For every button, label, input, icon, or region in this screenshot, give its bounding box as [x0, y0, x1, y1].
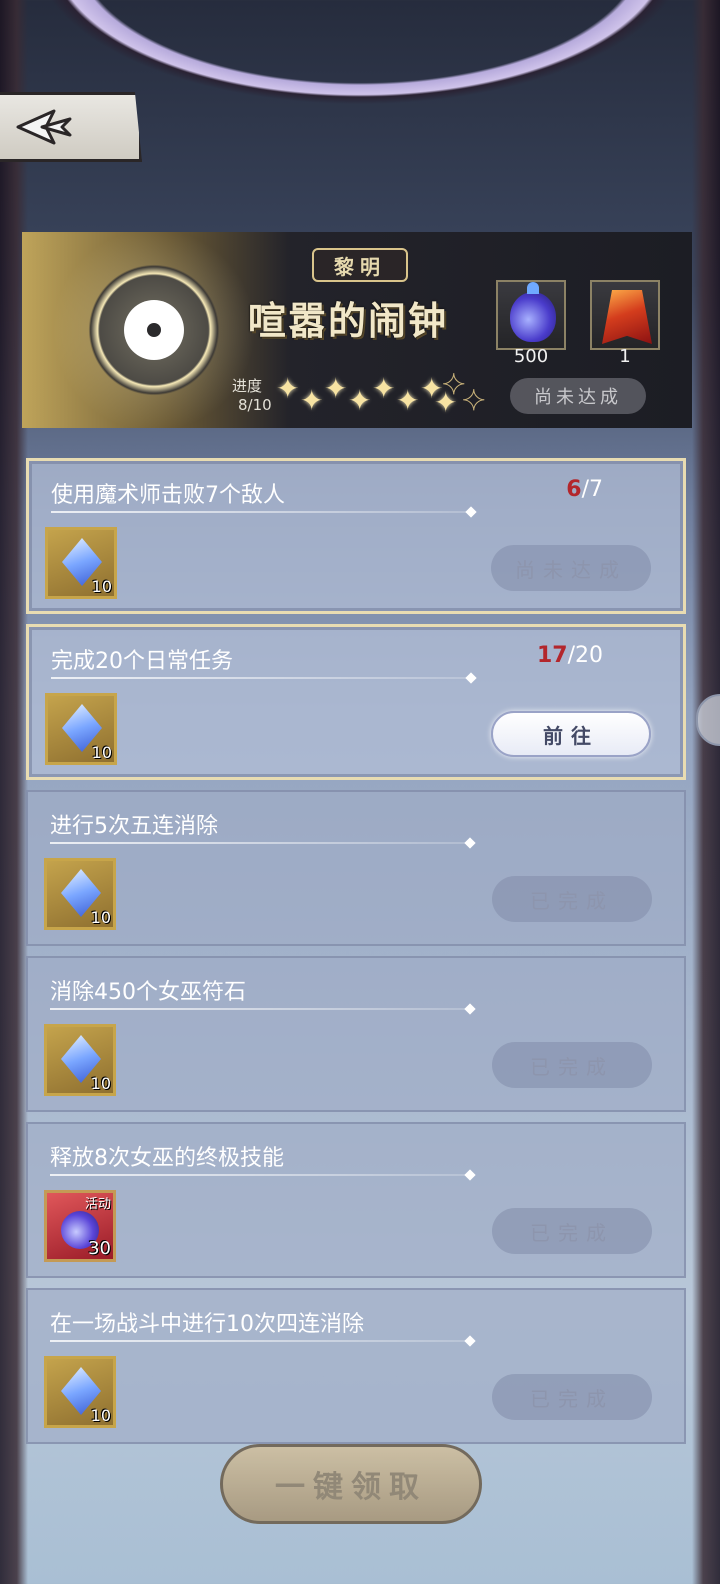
progress-label: 进度: [232, 377, 263, 395]
task-card: 释放8次女巫的终极技能 活动 30 已完成: [26, 1122, 686, 1278]
divider: [50, 1174, 470, 1176]
progress-value: 8/10: [238, 396, 272, 414]
reward-item[interactable]: 10: [45, 527, 117, 599]
reward-item[interactable]: 10: [45, 693, 117, 765]
task-name: 释放8次女巫的终极技能: [50, 1146, 284, 1171]
banner-status-button[interactable]: 尚未达成: [510, 378, 646, 414]
banner-title: 喧嚣的闹钟: [248, 298, 449, 343]
task-status-button[interactable]: 尚未达成: [491, 545, 651, 591]
task-card: 使用魔术师击败7个敌人 6/7 10 尚未达成: [26, 458, 686, 614]
reward-qty: 10: [90, 1406, 111, 1425]
star-icon: ✦: [300, 384, 324, 417]
task-progress: 6/7: [566, 477, 603, 502]
star-icon: ✦: [276, 372, 300, 405]
divider: [50, 1008, 470, 1010]
banner-reward-2-count: 1: [619, 346, 631, 367]
task-card: 进行5次五连消除 10 已完成: [26, 790, 686, 946]
arrow-left-icon: [16, 109, 72, 145]
reward-qty: 10: [90, 1074, 111, 1093]
star-icon: ✦: [396, 384, 420, 417]
task-name: 使用魔术师击败7个敌人: [51, 483, 285, 508]
divider: [50, 842, 470, 844]
task-card: 在一场战斗中进行10次四连消除 10 已完成: [26, 1288, 686, 1444]
banner-subtitle: 黎明: [312, 248, 408, 282]
reward-qty: 10: [91, 577, 112, 596]
reward-qty: 10: [91, 743, 112, 762]
star-empty-icon: ✦: [461, 384, 486, 418]
task-status-button[interactable]: 已完成: [492, 1374, 652, 1420]
task-progress: 17/20: [536, 643, 603, 668]
reward-item[interactable]: 活动 30: [44, 1190, 116, 1262]
reward-qty: 30: [88, 1238, 111, 1259]
go-button[interactable]: 前往: [491, 711, 651, 757]
claim-all-button[interactable]: 一键领取: [220, 1444, 482, 1524]
mana-potion-icon: [510, 282, 556, 342]
task-status-button[interactable]: 已完成: [492, 1042, 652, 1088]
task-status-button[interactable]: 已完成: [492, 1208, 652, 1254]
reward-item[interactable]: 10: [44, 1024, 116, 1096]
task-name: 完成20个日常任务: [51, 649, 233, 674]
task-name: 进行5次五连消除: [50, 814, 218, 839]
banner-reward-2[interactable]: [590, 280, 660, 350]
back-button[interactable]: [0, 92, 142, 162]
reward-qty: 10: [90, 908, 111, 927]
task-card: 消除450个女巫符石 10 已完成: [26, 956, 686, 1112]
clock-emblem-icon: [44, 232, 264, 428]
banner-reward-1-count: 500: [513, 346, 549, 367]
divider: [50, 1340, 470, 1342]
red-cape-icon: [602, 290, 652, 344]
star-icon: ✦: [372, 372, 396, 405]
star-icon: ✦: [348, 384, 372, 417]
event-tag: 活动: [84, 1197, 111, 1212]
task-name: 消除450个女巫符石: [50, 980, 246, 1005]
task-card: 完成20个日常任务 17/20 10 前往: [26, 624, 686, 780]
reward-item[interactable]: 10: [44, 858, 116, 930]
right-vine-ornament: [692, 0, 720, 1584]
task-status-button[interactable]: 已完成: [492, 876, 652, 922]
divider: [51, 511, 471, 513]
divider: [51, 677, 471, 679]
progress-stars: ✦ ✦ ✦ ✦ ✦ ✦ ✦ ✦ ✦ ✦: [276, 366, 496, 422]
reward-item[interactable]: 10: [44, 1356, 116, 1428]
task-name: 在一场战斗中进行10次四连消除: [50, 1312, 364, 1337]
banner-reward-1[interactable]: [496, 280, 566, 350]
star-icon: ✦: [324, 372, 348, 405]
